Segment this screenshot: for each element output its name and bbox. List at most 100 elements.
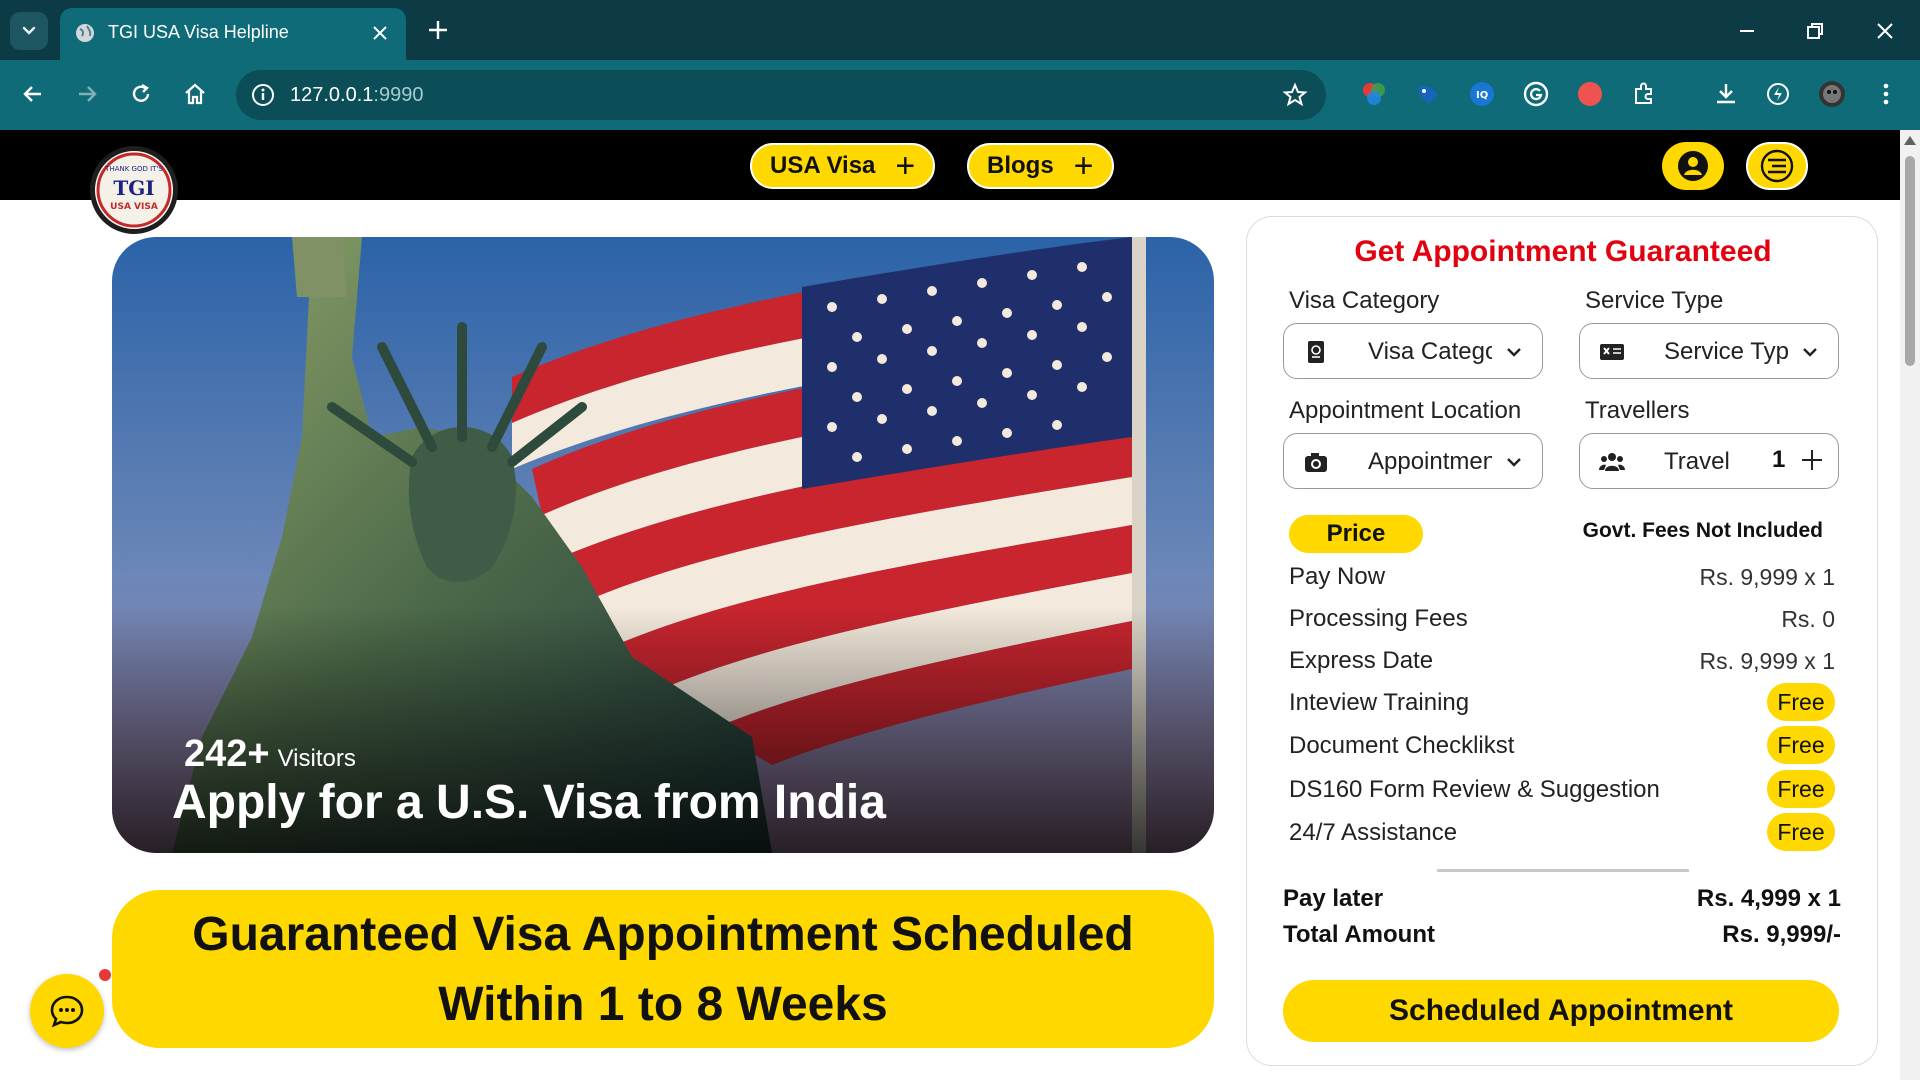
pay-later-label: Pay later <box>1283 885 1384 912</box>
passport-icon <box>1308 341 1324 363</box>
chevron-down-icon <box>1803 348 1817 357</box>
back-icon[interactable] <box>18 79 48 109</box>
chat-bubble-icon <box>50 995 84 1028</box>
minimize-icon[interactable] <box>1732 16 1762 46</box>
chevron-down-icon <box>1507 458 1521 467</box>
price-row-value: Rs. 9,999 x 1 <box>1699 564 1835 590</box>
visitor-stats: 242+ Visitors <box>184 733 356 776</box>
browser-tab-strip: TGI USA Visa Helpline <box>0 0 1920 60</box>
color-picker-extension-icon[interactable] <box>1360 80 1388 108</box>
price-row-label: Express Date <box>1289 647 1434 674</box>
page-scrollbar[interactable] <box>1900 130 1920 1080</box>
tag-extension-icon[interactable] <box>1414 80 1442 108</box>
performance-icon[interactable] <box>1764 80 1792 108</box>
nav-usa-visa-button[interactable]: USA Visa + <box>750 143 936 189</box>
nav-usa-visa-label: USA Visa <box>770 152 876 179</box>
visa-category-label: Visa Category <box>1289 287 1440 314</box>
guarantee-line-2: Within 1 to 8 Weeks <box>438 978 888 1031</box>
scroll-up-arrow-icon[interactable] <box>1904 136 1916 145</box>
svg-text:USA VISA: USA VISA <box>110 202 158 212</box>
hero-headline: Apply for a U.S. Visa from India <box>172 776 886 829</box>
plus-icon: + <box>895 147 916 185</box>
price-badge: Price <box>1289 515 1423 553</box>
scrollbar-thumb[interactable] <box>1905 156 1915 366</box>
free-badge: Free <box>1767 683 1835 721</box>
scheduled-appointment-button[interactable]: Scheduled Appointment <box>1283 980 1839 1042</box>
travellers-count: 1 <box>1772 446 1786 473</box>
site-logo[interactable]: THANK GOD IT'S TGI USA VISA <box>90 146 178 234</box>
tgi-logo-icon: THANK GOD IT'S TGI USA VISA <box>96 152 172 228</box>
free-badge: Free <box>1767 813 1835 851</box>
close-window-icon[interactable] <box>1870 16 1900 46</box>
site-info-icon[interactable] <box>250 82 276 108</box>
guarantee-banner: Guaranteed Visa Appointment Scheduled Wi… <box>112 890 1214 1048</box>
price-row-label: Processing Fees <box>1289 605 1468 632</box>
tab-title: TGI USA Visa Helpline <box>108 22 289 42</box>
price-row-value: Rs. 9,999 x 1 <box>1699 648 1835 674</box>
address-bar[interactable]: 127.0.0.1:9990 <box>236 70 1326 120</box>
browser-toolbar: 127.0.0.1:9990 IQ <box>0 60 1920 130</box>
grammarly-icon[interactable] <box>1522 80 1550 108</box>
total-amount-label: Total Amount <box>1283 921 1435 948</box>
url-text: 127.0.0.1:9990 <box>290 84 424 106</box>
page-viewport: USA Visa + Blogs + THANK GOD IT'S TGI US… <box>0 130 1900 1080</box>
price-row-value: Rs. 0 <box>1781 606 1835 632</box>
download-icon[interactable] <box>1712 80 1740 108</box>
svg-text:THANK GOD IT'S: THANK GOD IT'S <box>104 165 163 173</box>
id-card-icon <box>1600 344 1624 360</box>
close-icon[interactable] <box>368 21 392 45</box>
profile-avatar-icon[interactable] <box>1818 80 1846 108</box>
site-header: USA Visa + Blogs + <box>0 130 1900 200</box>
reload-icon[interactable] <box>126 79 156 109</box>
plus-icon: + <box>1073 147 1094 185</box>
price-row-label: Inteview Training <box>1289 689 1470 716</box>
restore-icon[interactable] <box>1800 16 1830 46</box>
govt-fees-note: Govt. Fees Not Included <box>1582 519 1823 542</box>
chat-button[interactable] <box>30 974 104 1048</box>
iq-extension-icon[interactable]: IQ <box>1468 80 1496 108</box>
new-tab-icon[interactable] <box>424 16 452 44</box>
travellers-label: Travellers <box>1585 397 1690 424</box>
svg-text:IQ: IQ <box>1476 90 1488 101</box>
users-icon <box>1599 453 1625 471</box>
price-row-label: Document Checklikst <box>1289 732 1515 759</box>
total-amount-value: Rs. 9,999/- <box>1722 921 1841 948</box>
price-row-label: 24/7 Assistance <box>1289 819 1458 846</box>
divider <box>1437 869 1689 872</box>
hero-banner: 242+ Visitors Apply for a U.S. Visa from … <box>112 237 1214 853</box>
plus-icon[interactable] <box>1798 446 1826 474</box>
browser-tab-active[interactable]: TGI USA Visa Helpline <box>60 8 406 60</box>
user-icon <box>1678 151 1708 181</box>
forward-icon[interactable] <box>72 79 102 109</box>
visa-category-value: Visa Category <box>1368 338 1492 365</box>
bookmark-star-icon[interactable] <box>1282 82 1308 108</box>
tools-extension-icon[interactable] <box>1576 80 1604 108</box>
service-type-value: Service Type <box>1664 338 1788 365</box>
free-badge: Free <box>1767 726 1835 764</box>
pay-later-value: Rs. 4,999 x 1 <box>1696 885 1841 912</box>
chevron-down-icon <box>1507 348 1521 357</box>
home-icon[interactable] <box>180 79 210 109</box>
hamburger-menu-button[interactable] <box>1746 142 1808 190</box>
svg-text:TGI: TGI <box>113 176 154 200</box>
appointment-form-card: Get Appointment Guaranteed Visa Category… <box>1246 216 1878 1066</box>
globe-icon <box>76 24 94 42</box>
free-badge: Free <box>1767 770 1835 808</box>
nav-blogs-button[interactable]: Blogs + <box>967 143 1114 189</box>
location-select[interactable]: Appointment Location <box>1283 433 1543 489</box>
more-menu-icon[interactable] <box>1872 80 1900 108</box>
visa-category-select[interactable]: Visa Category <box>1283 323 1543 379</box>
account-button[interactable] <box>1662 142 1724 190</box>
service-type-label: Service Type <box>1585 287 1724 314</box>
visitor-count: 242+ <box>184 733 270 775</box>
chevron-down-icon <box>22 26 36 35</box>
notification-dot <box>99 969 111 981</box>
travellers-value: Travel <box>1664 448 1730 475</box>
travellers-stepper[interactable]: Travel 1 <box>1579 433 1839 489</box>
extensions-puzzle-icon[interactable] <box>1630 80 1658 108</box>
location-value: Appointment Location <box>1368 448 1492 475</box>
nav-blogs-label: Blogs <box>987 152 1054 179</box>
menu-icon <box>1760 149 1794 183</box>
tab-search-button[interactable] <box>10 12 48 50</box>
service-type-select[interactable]: Service Type <box>1579 323 1839 379</box>
